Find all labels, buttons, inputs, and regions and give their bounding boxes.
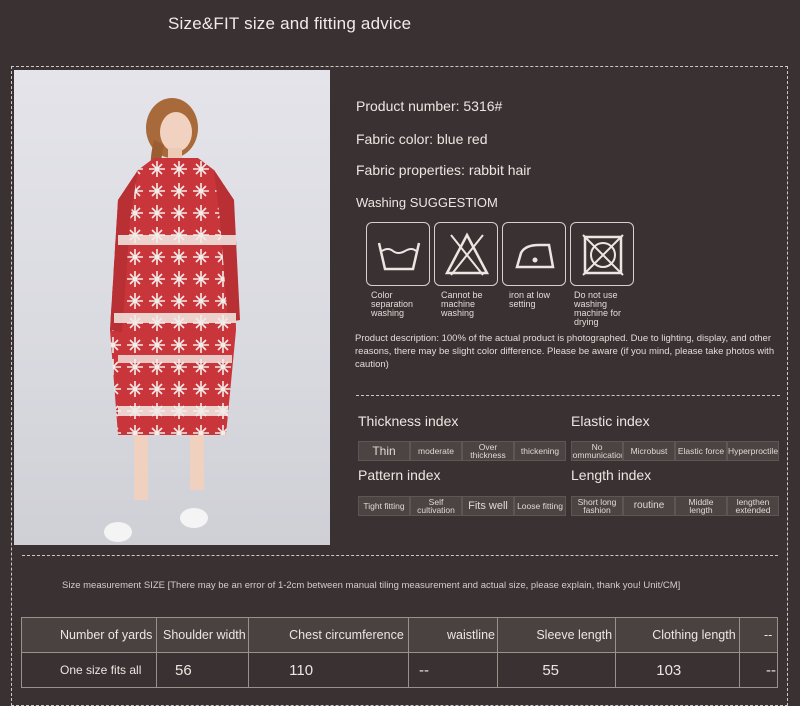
no-machine-wash-label: Cannot be machine washing [441, 290, 483, 318]
pattern-index-title: Pattern index [358, 467, 441, 483]
no-machine-wash-icon [434, 222, 498, 286]
table-header: waistline [408, 617, 499, 653]
elastic-index-title: Elastic index [571, 413, 650, 429]
table-row: One size fits all 56 110 -- 55 103 -- [21, 652, 779, 688]
product-description: Product description: 100% of the actual … [355, 333, 775, 370]
pattern-option: Fits well [462, 496, 514, 516]
table-cell: One size fits all [21, 652, 157, 688]
elastic-index-options: No communication Microbust Elastic force… [571, 441, 779, 461]
product-photo [14, 70, 330, 545]
length-index-options: Short long fashion routine Middle length… [571, 496, 779, 516]
washing-title: Washing SUGGESTIOM [356, 195, 498, 210]
thickness-option: thickening [514, 441, 566, 461]
pattern-option: Loose fitting [514, 496, 566, 516]
no-tumble-dry-label: Do not use washing machine for drying [574, 290, 622, 327]
table-cell: 56 [155, 652, 250, 688]
fabric-properties: Fabric properties: rabbit hair [356, 162, 532, 178]
elastic-option: No communication [571, 441, 623, 461]
elastic-option: Microbust [623, 441, 675, 461]
table-header: Sleeve length [497, 617, 617, 653]
length-option: lengthen extended [727, 496, 779, 516]
size-note: Size measurement SIZE [There may be an e… [62, 580, 681, 591]
table-header: Number of yards [21, 617, 157, 653]
table-header: -- [738, 617, 779, 653]
divider [22, 555, 778, 556]
length-option: Short long fashion [571, 496, 623, 516]
table-header: Shoulder width [155, 617, 250, 653]
table-header: Chest circumference [248, 617, 410, 653]
iron-label: iron at low setting [509, 290, 551, 309]
elastic-option: Hyperproctile [727, 441, 779, 461]
table-cell: 103 [615, 652, 740, 688]
table-cell: -- [738, 652, 779, 688]
thickness-index-options: Thin moderate Over thickness thickening [358, 441, 566, 461]
table-header-row: Number of yards Shoulder width Chest cir… [21, 617, 779, 653]
size-table: Number of yards Shoulder width Chest cir… [21, 617, 779, 688]
no-tumble-dry-icon [570, 222, 634, 286]
table-cell: 110 [248, 652, 410, 688]
page-title: Size&FIT size and fitting advice [168, 14, 412, 33]
length-option: routine [623, 496, 675, 516]
thickness-option: Over thickness [462, 441, 514, 461]
iron-icon [502, 222, 566, 286]
wash-basin-icon [366, 222, 430, 286]
product-number: Product number: 5316# [356, 98, 503, 114]
wash-basin-label: Color separation washing [371, 290, 414, 318]
thickness-option: Thin [358, 441, 410, 461]
pattern-option: Self cultivation [410, 496, 462, 516]
table-cell: 55 [497, 652, 617, 688]
length-option: Middle length [675, 496, 727, 516]
thickness-option: moderate [410, 441, 462, 461]
pattern-option: Tight fitting [358, 496, 410, 516]
table-header: Clothing length [615, 617, 740, 653]
fabric-color: Fabric color: blue red [356, 131, 488, 147]
pattern-index-options: Tight fitting Self cultivation Fits well… [358, 496, 566, 516]
elastic-option: Elastic force [675, 441, 727, 461]
table-cell: -- [408, 652, 499, 688]
divider [356, 395, 780, 396]
length-index-title: Length index [571, 467, 652, 483]
thickness-index-title: Thickness index [358, 413, 459, 429]
